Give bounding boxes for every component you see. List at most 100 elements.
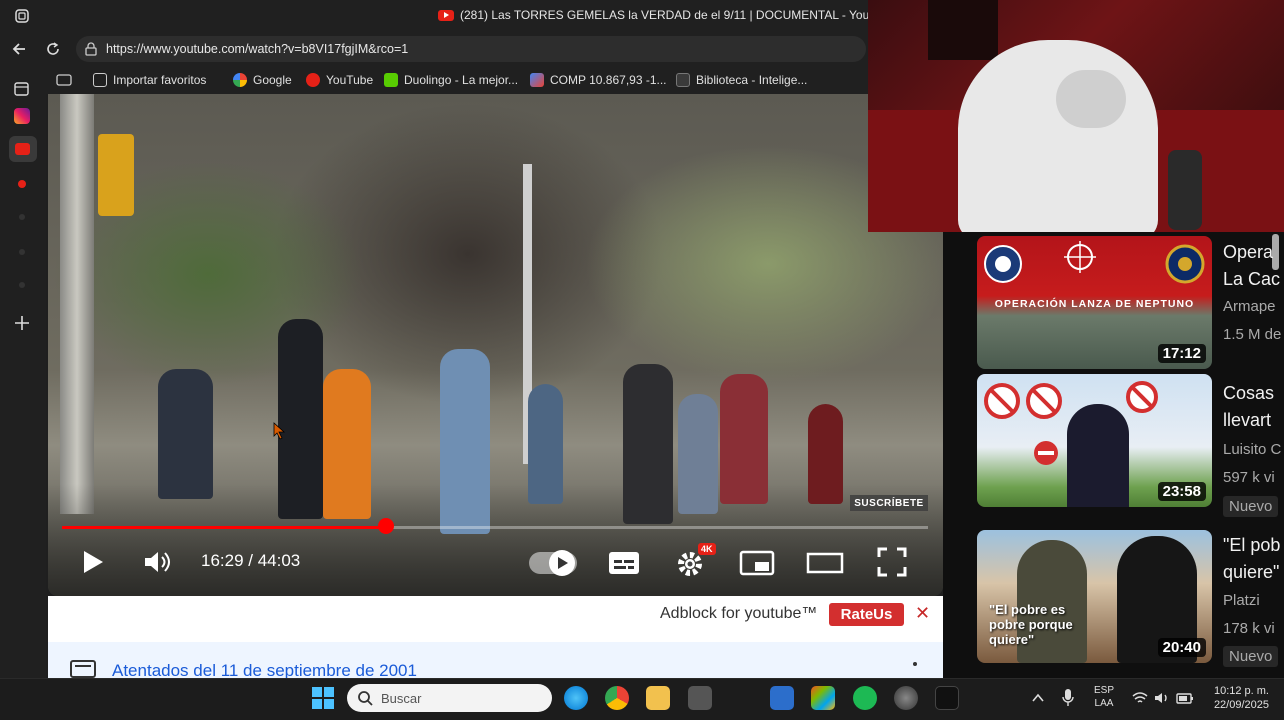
back-arrow-icon[interactable] xyxy=(10,40,28,58)
person xyxy=(158,369,213,499)
bookmark-import[interactable]: Importar favoritos xyxy=(93,73,206,87)
rec-duration: 17:12 xyxy=(1157,344,1206,363)
chrome-icon[interactable] xyxy=(605,686,629,710)
rec-title[interactable]: La Cac xyxy=(1223,267,1280,291)
youtube-tab-icon[interactable] xyxy=(18,180,26,188)
rec-title[interactable]: Opera xyxy=(1223,240,1273,264)
search-placeholder: Buscar xyxy=(381,690,422,706)
taskbar-search[interactable]: Buscar xyxy=(347,684,552,712)
person xyxy=(528,384,563,504)
wifi-icon[interactable] xyxy=(1131,690,1149,706)
progress-scrubber[interactable] xyxy=(378,518,394,534)
language-indicator[interactable]: ESP LAA xyxy=(1094,684,1114,710)
person xyxy=(1067,404,1129,507)
rec-duration: 20:40 xyxy=(1157,638,1206,657)
tab-dot-icon[interactable] xyxy=(19,249,25,255)
person xyxy=(808,404,843,504)
tab-dot-icon[interactable] xyxy=(19,214,25,220)
rec-channel[interactable]: Armape xyxy=(1223,298,1276,315)
microphone-icon[interactable] xyxy=(1061,688,1075,708)
bookmark-label: Biblioteca - Intelige... xyxy=(696,73,808,87)
clock-time: 10:12 p. m. xyxy=(1213,685,1269,697)
bookmark-biblioteca[interactable]: Biblioteca - Intelige... xyxy=(676,73,807,87)
taskbar xyxy=(0,678,1284,720)
fullscreen-icon[interactable] xyxy=(876,546,908,578)
person xyxy=(720,374,768,504)
copilot-icon[interactable] xyxy=(811,686,835,710)
bookmarks-bar: Importar favoritos Google YouTube Duolin… xyxy=(0,66,870,94)
person xyxy=(623,364,673,524)
rec-thumbnail[interactable]: OPERACIÓN LANZA DE NEPTUNO 17:12 xyxy=(977,236,1212,369)
close-icon[interactable]: ✕ xyxy=(915,603,930,624)
new-tab-plus-icon[interactable] xyxy=(13,314,31,332)
bottle xyxy=(1168,150,1202,230)
app-icon[interactable] xyxy=(894,686,918,710)
reading-list-icon[interactable] xyxy=(56,73,72,87)
workspaces-icon[interactable] xyxy=(14,8,30,24)
play-icon[interactable] xyxy=(80,548,106,576)
time-display: 16:29 / 44:03 xyxy=(201,551,300,571)
clock[interactable]: 10:12 p. m. 22/09/2025 xyxy=(1205,684,1269,712)
duration: 44:03 xyxy=(257,551,301,570)
rec-title[interactable]: Cosas xyxy=(1223,381,1274,405)
browser-sidebar xyxy=(0,82,46,678)
reload-icon[interactable] xyxy=(44,40,62,58)
windows-start-icon[interactable] xyxy=(311,686,335,710)
window-title-text: (281) Las TORRES GEMELAS la VERDAD de el… xyxy=(460,8,897,22)
rec-channel[interactable]: Luisito C xyxy=(1223,441,1281,458)
rec-title[interactable]: "El pob xyxy=(1223,533,1280,557)
rate-us-button[interactable]: RateUs xyxy=(829,603,904,626)
google-icon xyxy=(233,73,247,87)
spotify-icon[interactable] xyxy=(853,686,877,710)
rec-thumb-text: "El pobre es pobre porque quiere" xyxy=(989,602,1073,647)
rec-thumb-text: OPERACIÓN LANZA DE NEPTUNO xyxy=(994,298,1195,310)
window-title: (281) Las TORRES GEMELAS la VERDAD de el… xyxy=(438,8,896,22)
instagram-icon[interactable] xyxy=(14,108,30,124)
rec-title[interactable]: quiere" xyxy=(1223,560,1279,584)
app-icon[interactable] xyxy=(688,686,712,710)
bookmark-comp[interactable]: COMP 10.867,93 -1... xyxy=(530,73,667,87)
webcam-overlay xyxy=(868,0,1284,232)
video-player[interactable]: SUSCRÍBETE xyxy=(48,94,943,596)
store-icon[interactable] xyxy=(770,686,794,710)
chevron-up-icon[interactable] xyxy=(1030,690,1046,706)
no-camera-icon xyxy=(984,383,1020,419)
lang-line: LAA xyxy=(1094,698,1114,709)
miniplayer-icon[interactable] xyxy=(739,549,775,577)
site-info-icon[interactable] xyxy=(84,42,98,56)
edge-icon[interactable] xyxy=(564,686,588,710)
street-pole xyxy=(60,94,94,514)
quality-badge: 4K xyxy=(698,543,716,555)
subtitles-icon[interactable] xyxy=(607,549,641,577)
volume-icon[interactable] xyxy=(142,548,174,576)
theater-mode-icon[interactable] xyxy=(806,549,844,577)
bookmark-google[interactable]: Google xyxy=(233,73,292,87)
rec-title[interactable]: llevart xyxy=(1223,408,1271,432)
rec-views: 178 k vi xyxy=(1223,620,1275,637)
bookmark-label: Importar favoritos xyxy=(113,73,207,87)
bookmark-youtube[interactable]: YouTube xyxy=(306,73,373,87)
bookmark-duolingo[interactable]: Duolingo - La mejor... xyxy=(384,73,518,87)
mouse-cursor-icon xyxy=(273,422,286,440)
url-bar[interactable]: https://www.youtube.com/watch?v=b8VI17fg… xyxy=(76,36,866,62)
battery-icon[interactable] xyxy=(1176,690,1194,706)
more-options-icon[interactable] xyxy=(913,662,917,666)
file-explorer-icon[interactable] xyxy=(646,686,670,710)
tiktok-icon[interactable] xyxy=(935,686,959,710)
rec-thumbnail[interactable]: "El pobre es pobre porque quiere" 20:40 xyxy=(977,530,1212,663)
tabs-icon[interactable] xyxy=(13,80,31,98)
chart-icon xyxy=(530,73,544,87)
url-text: https://www.youtube.com/watch?v=b8VI17fg… xyxy=(106,42,409,56)
tab-dot-icon[interactable] xyxy=(19,282,25,288)
rec-thumbnail[interactable]: 23:58 xyxy=(977,374,1212,507)
crosshair-icon xyxy=(1064,241,1096,273)
rec-duration: 23:58 xyxy=(1157,482,1206,501)
current-time: 16:29 xyxy=(201,551,244,570)
bookmark-label: COMP 10.867,93 -1... xyxy=(550,73,667,87)
youtube-tab-icon xyxy=(15,143,30,155)
bookmark-label: Google xyxy=(253,73,292,87)
rec-channel[interactable]: Platzi xyxy=(1223,592,1260,609)
netflix-icon[interactable] xyxy=(729,686,753,710)
volume-tray-icon[interactable] xyxy=(1153,690,1171,706)
panel-scrollbar[interactable] xyxy=(1272,234,1279,270)
